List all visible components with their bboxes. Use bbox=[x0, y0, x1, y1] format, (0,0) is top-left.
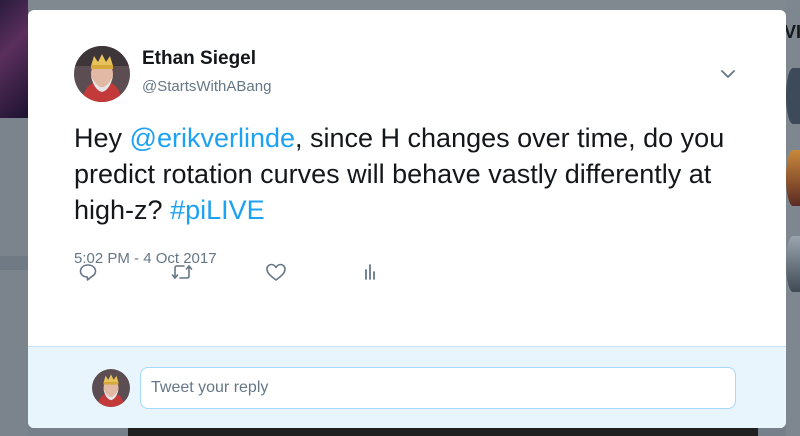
background-thumbnail bbox=[786, 236, 800, 292]
reply-avatar bbox=[92, 369, 130, 407]
reply-avatar-image bbox=[92, 369, 130, 407]
tweet-modal: Ethan Siegel @StartsWithABang Hey @erikv… bbox=[28, 10, 786, 428]
reply-input[interactable] bbox=[140, 367, 736, 409]
background-image-left bbox=[0, 0, 28, 118]
background-panel-right bbox=[786, 0, 800, 436]
retweet-icon bbox=[171, 265, 193, 279]
analytics-icon bbox=[365, 264, 375, 280]
mention-link[interactable]: @erikverlinde bbox=[130, 123, 295, 153]
background-strip-top bbox=[28, 0, 786, 10]
avatar[interactable] bbox=[74, 46, 130, 102]
background-media-strip bbox=[128, 428, 758, 436]
tweet-text-part: Hey bbox=[74, 123, 130, 153]
background-heading-fragment: VI bbox=[784, 22, 800, 42]
like-button[interactable] bbox=[264, 260, 288, 284]
hashtag-link[interactable]: #piLIVE bbox=[170, 195, 265, 225]
analytics-button[interactable] bbox=[358, 260, 382, 284]
chevron-down-icon bbox=[721, 70, 735, 78]
reply-icon bbox=[79, 264, 97, 281]
author-name[interactable]: Ethan Siegel bbox=[142, 48, 256, 70]
background-panel-left bbox=[0, 118, 28, 436]
like-icon bbox=[266, 263, 286, 281]
reply-button[interactable] bbox=[76, 260, 100, 284]
background-divider-left bbox=[0, 256, 28, 270]
author-handle[interactable]: @StartsWithABang bbox=[142, 78, 271, 95]
tweet-text: Hey @erikverlinde, since H changes over … bbox=[74, 120, 744, 228]
more-options-button[interactable] bbox=[716, 62, 740, 86]
avatar-image bbox=[74, 46, 130, 102]
reply-bar bbox=[28, 346, 786, 428]
retweet-button[interactable] bbox=[170, 260, 194, 284]
background-thumbnail bbox=[786, 68, 800, 124]
background-thumbnail bbox=[786, 150, 800, 206]
